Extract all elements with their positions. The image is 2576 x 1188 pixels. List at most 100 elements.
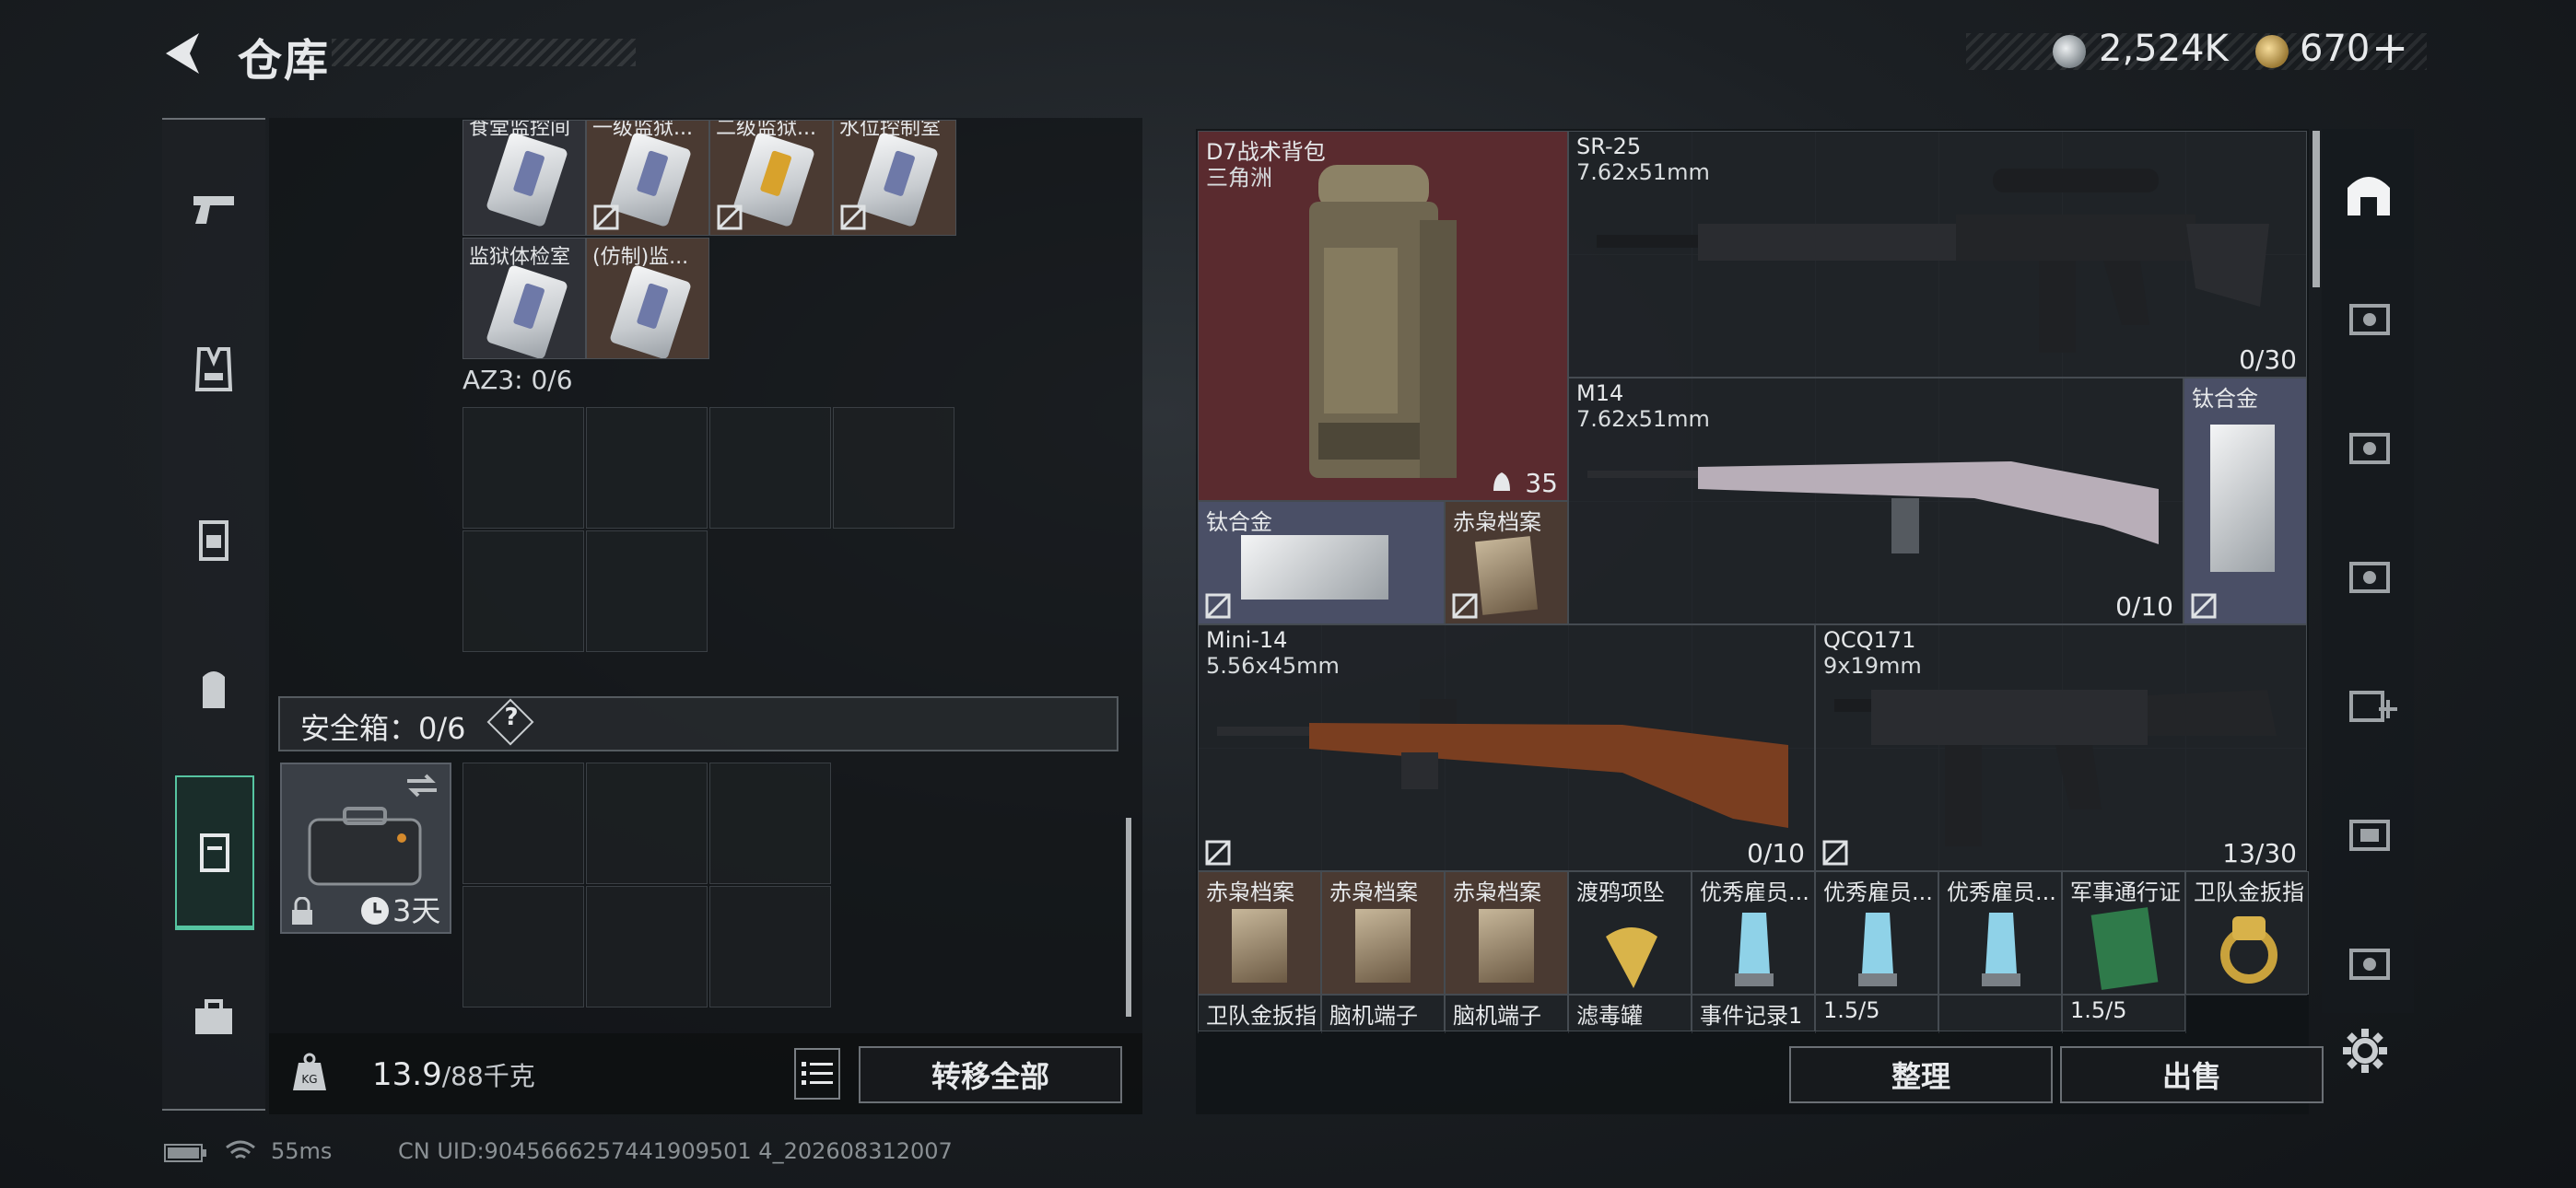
item-card[interactable]: 二级监狱... [709,120,833,236]
nav-chest-rig[interactable] [162,488,265,589]
empty-slot[interactable] [463,407,584,529]
container-tab-icon[interactable] [2342,424,2397,470]
terminal-item[interactable]: 脑机端子 [1445,995,1568,1031]
nav-backpack[interactable] [162,639,265,740]
mini14-item[interactable]: Mini-14 5.56x45mm 0/10 [1198,624,1815,871]
empty-slot[interactable] [463,763,584,884]
empty-slot[interactable] [586,407,708,529]
stack-item[interactable] [1938,995,2062,1031]
item-card[interactable]: (仿制)监... [586,238,709,359]
item-card[interactable]: 一级监狱... [586,120,709,236]
rifle-icon [1217,699,1788,828]
keycard-icon [732,131,815,228]
record-item[interactable]: 事件记录1 [1692,995,1815,1031]
pass-item[interactable]: 军事通行证 [2062,871,2185,995]
hard-case-icon [308,807,422,886]
backpack-icon [203,671,225,708]
empty-slot[interactable] [709,886,831,1007]
silver-amount: 2,524K [2099,28,2229,70]
rifle-icon [1587,461,2159,553]
container-tab-icon[interactable] [2342,939,2397,985]
file-item[interactable]: 赤枭档案 [1198,871,1321,995]
sr25-item[interactable]: SR-25 7.62x51mm 0/30 [1568,131,2307,378]
file-item[interactable]: 赤枭档案 [1321,871,1445,995]
pistol-icon [193,196,234,224]
stack-item[interactable]: 1.5/5 [1815,995,1938,1031]
back-button[interactable] [158,28,210,79]
container-tab-icon[interactable] [2342,295,2397,341]
document-icon [1355,909,1411,983]
stash-scrollbar[interactable] [1126,818,1131,1017]
no-sell-icon [717,204,743,230]
trophy-item[interactable]: 优秀雇员... [1938,871,2062,995]
backpack-capacity: 35 [1525,468,1558,498]
gold-coin-icon [2255,35,2289,68]
settings-gear-icon[interactable] [2340,1026,2390,1076]
mini14-ammo: 0/10 [1747,838,1805,868]
safe-case-item[interactable]: 3天 [280,763,451,934]
titanium-ingot-icon [2210,425,2275,572]
trophy-item[interactable]: 优秀雇员... [1692,871,1815,995]
empty-slot[interactable] [586,886,708,1007]
container-tab-active[interactable] [2322,129,2414,249]
wifi-icon [226,1140,255,1159]
uid-text: CN UID:9045666257441909501 4_20260831200… [398,1138,953,1164]
nav-toolbox[interactable] [162,967,265,1068]
no-sell-icon [2191,593,2217,619]
stack-item[interactable]: 1.5/5 [2062,995,2185,1031]
empty-slot[interactable] [586,763,708,884]
trophy-item[interactable]: 优秀雇员... [1815,871,1938,995]
item-card[interactable]: 监狱体检室 [463,238,586,359]
titanium-item[interactable]: 钛合金 [1198,501,1445,624]
item-card[interactable]: 水位控制室 [833,120,956,236]
no-sell-icon [840,204,866,230]
item-card[interactable]: 食堂监控间 [463,120,586,236]
ring-item[interactable]: 卫队金扳指 [2185,871,2309,995]
qcq171-ammo: 13/30 [2222,838,2297,868]
sr25-ammo: 0/30 [2239,344,2297,375]
chest-rig-icon [199,520,228,561]
sell-button[interactable]: 出售 [2060,1046,2324,1103]
document-icon [1232,909,1287,983]
filter-item[interactable]: 滤毒罐 [1568,995,1692,1031]
empty-slot[interactable] [709,407,831,529]
pendant-item[interactable]: 渡鸦项坠 [1568,871,1692,995]
raven-pendant-icon [1606,927,1657,988]
nav-safe-box[interactable] [175,775,254,930]
nav-weapons[interactable] [162,158,265,260]
empty-slot[interactable] [586,530,708,652]
m14-ammo: 0/10 [2115,591,2173,622]
crystal-trophy-icon [1735,913,1774,986]
add-gold-button[interactable]: + [2371,22,2408,74]
ring-item[interactable]: 卫队金扳指 [1198,995,1321,1031]
empty-slot[interactable] [709,763,831,884]
no-sell-icon [1822,840,1848,866]
container-tab-icon[interactable] [2342,553,2397,599]
left-nav [162,118,265,1111]
nav-armor[interactable] [162,319,265,420]
file-item[interactable]: 赤枭档案 [1445,501,1568,624]
transfer-all-button[interactable]: 转移全部 [859,1046,1122,1103]
titanium-item[interactable]: 钛合金 [2184,378,2307,624]
container-tab-icon[interactable] [2342,810,2397,856]
shelter-icon [2348,177,2390,215]
container-scrollbar[interactable] [2313,131,2320,287]
backpack-item[interactable]: D7战术背包 三角洲 35 [1198,131,1568,501]
list-view-button[interactable] [794,1048,840,1100]
m14-item[interactable]: M14 7.62x51mm 0/10 [1568,378,2184,624]
empty-slot[interactable] [463,886,584,1007]
capacity-icon [1493,472,1510,491]
add-container-icon[interactable] [2342,681,2397,728]
silver-coin-icon [2053,35,2086,68]
terminal-item[interactable]: 脑机端子 [1321,995,1445,1031]
empty-slot[interactable] [833,407,954,529]
svg-text:KG: KG [301,1073,317,1086]
empty-slot[interactable] [463,530,584,652]
help-text: ? [504,704,519,731]
carry-weight: 13.9/88千克 [372,1056,535,1093]
title-decoration [332,39,636,66]
qcq171-item[interactable]: QCQ171 9x19mm 13/30 [1815,624,2307,871]
document-icon [1474,536,1539,615]
file-item[interactable]: 赤枭档案 [1445,871,1568,995]
sort-button[interactable]: 整理 [1789,1046,2053,1103]
